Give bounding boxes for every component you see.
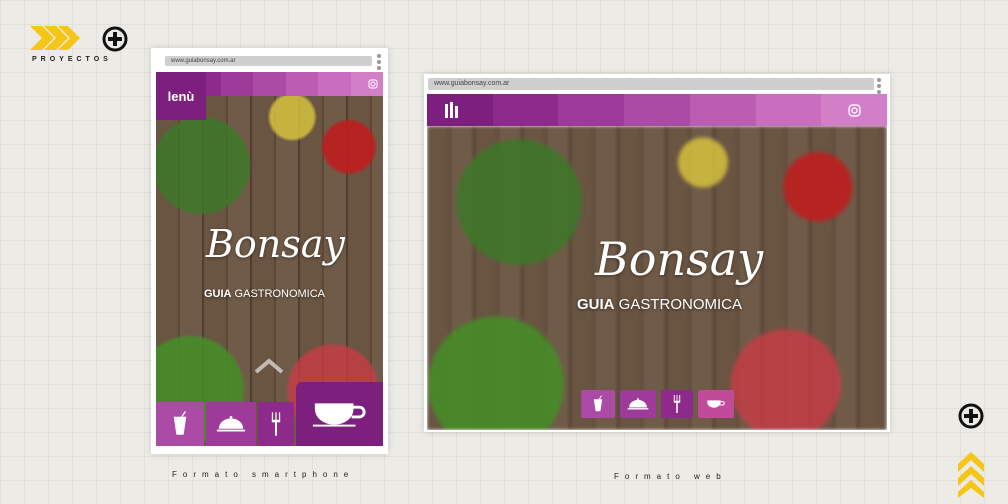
mobile-url-bar[interactable]: www.guiabonsay.com.ar [165, 56, 372, 66]
subtitle: GUIA GASTRONOMICA [577, 296, 742, 313]
web-palette-bar [427, 94, 887, 126]
instagram-icon[interactable] [848, 104, 861, 117]
dish-button[interactable] [206, 402, 256, 446]
plus-circle-icon [958, 403, 984, 429]
chevron-up-icon[interactable] [254, 358, 284, 374]
palette-swatch [492, 94, 559, 126]
subtitle-rest: GASTRONOMICA [231, 288, 326, 300]
dish-button[interactable] [620, 390, 656, 418]
web-caption: Formato web [614, 472, 727, 481]
plus-circle-icon [102, 26, 128, 52]
chevron-right-icon [30, 26, 80, 50]
fork-icon [271, 412, 281, 436]
drink-button[interactable] [156, 402, 204, 446]
drink-button[interactable] [581, 390, 615, 418]
cup-icon [312, 403, 366, 427]
palette-swatch [253, 72, 286, 96]
fork-button[interactable] [258, 402, 294, 446]
mobile-caption: Formato smartphone [172, 470, 355, 479]
palette-swatch [220, 72, 254, 96]
palette-swatch [318, 72, 351, 96]
cloche-icon [627, 398, 649, 410]
web-url-bar[interactable]: www.guiabonsay.com.ar [428, 78, 874, 90]
instagram-icon[interactable] [368, 79, 378, 89]
fork-icon [673, 395, 681, 413]
mobile-screen: lenù Bonsay GUIA GASTRONOMICA [156, 72, 383, 446]
cup-button[interactable] [296, 382, 383, 446]
brand-block: PROYECTOS [28, 24, 138, 68]
cup-icon [707, 400, 725, 408]
drink-icon [593, 395, 603, 412]
cloche-icon [216, 416, 246, 432]
chevron-up-icon [958, 452, 984, 498]
logo-bonsay: Bonsay [206, 222, 345, 266]
palette-swatch [350, 72, 383, 96]
web-screen: Bonsay GUIA GASTRONOMICA [427, 94, 887, 430]
menu-label: lenù [167, 88, 195, 104]
palette-swatch [427, 94, 493, 126]
drink-icon [173, 411, 187, 435]
menu-button[interactable]: lenù [156, 72, 206, 120]
palette-swatch [285, 72, 319, 96]
web-mockup: www.guiabonsay.com.ar Bonsay GUIA GASTRO… [424, 74, 890, 432]
palette-swatch [689, 94, 756, 126]
subtitle-bold: GUIA [204, 288, 232, 300]
subtitle-bold: GUIA [577, 296, 615, 313]
fork-button[interactable] [661, 390, 693, 418]
palette-swatch [624, 94, 690, 126]
kebab-menu-icon[interactable] [377, 54, 381, 72]
palette-swatch [558, 94, 625, 126]
brand-label: PROYECTOS [32, 56, 112, 63]
menu-bars-icon[interactable] [445, 102, 459, 118]
mobile-mockup: www.guiabonsay.com.ar lenù Bonsay GUIA G… [151, 48, 388, 454]
cup-button[interactable] [698, 390, 734, 418]
subtitle-rest: GASTRONOMICA [614, 296, 743, 313]
subtitle: GUIA GASTRONOMICA [204, 288, 325, 300]
logo-bonsay: Bonsay [595, 232, 764, 286]
palette-swatch [755, 94, 822, 126]
